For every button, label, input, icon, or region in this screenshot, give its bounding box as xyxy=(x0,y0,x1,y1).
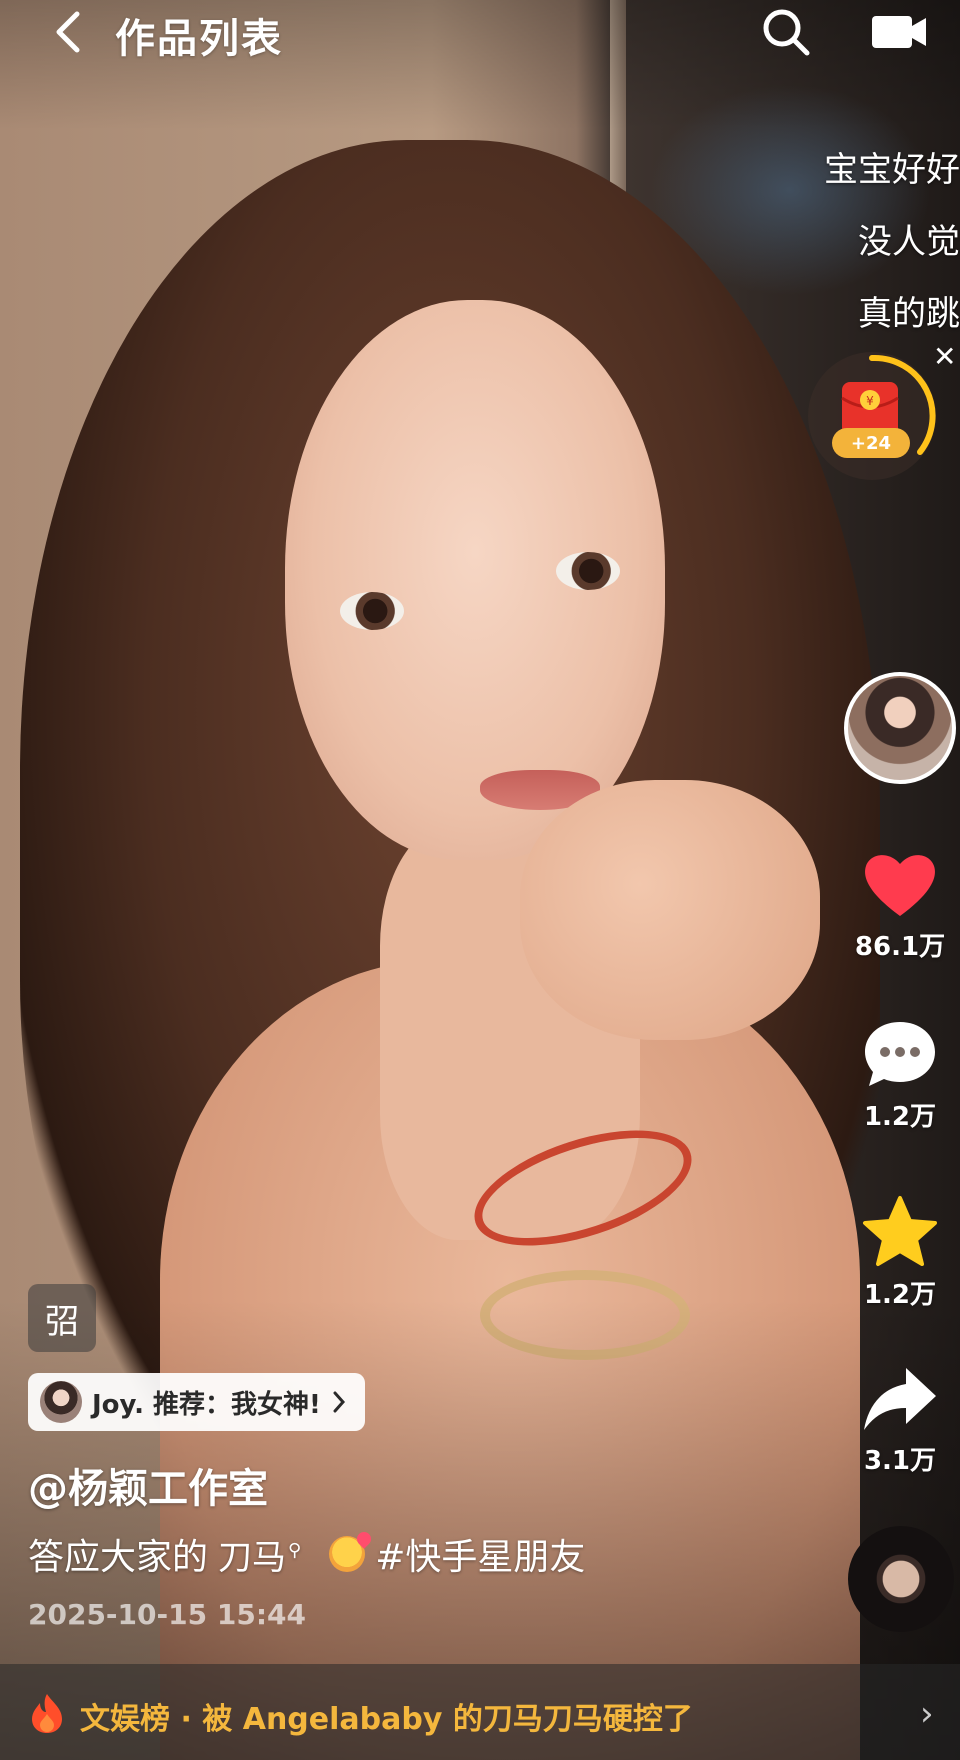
red-packet-icon: ¥ +24 xyxy=(832,354,936,458)
flame-icon xyxy=(32,1694,62,1733)
like-count: 86.1万 xyxy=(854,932,946,962)
smiling-hearts-emoji-icon xyxy=(329,1536,366,1572)
search-hint-icon: ⚲ xyxy=(288,1540,302,1562)
back-button[interactable] xyxy=(48,10,88,54)
video-camera-icon xyxy=(872,16,926,48)
trending-text: 文娱榜 · 被 Angelababy 的刀马刀马硬控了 xyxy=(80,1702,693,1737)
chevron-right-icon xyxy=(333,1391,345,1413)
camera-button[interactable] xyxy=(868,10,928,54)
search-button[interactable] xyxy=(760,6,812,58)
right-eye xyxy=(556,552,620,590)
page-title: 作品列表 xyxy=(115,16,283,62)
caption-prefix: 答应大家的 xyxy=(28,1537,209,1578)
danmaku-comment: 真的跳 xyxy=(858,294,960,334)
trending-bar[interactable]: 文娱榜 · 被 Angelababy 的刀马刀马硬控了 › xyxy=(0,1664,960,1760)
hashtag[interactable]: #快手星朋友 xyxy=(375,1528,585,1580)
post-caption: 答应大家的 刀马 ⚲ #快手星朋友 xyxy=(28,1528,585,1580)
recommendation-text: Joy. 推荐：我女神! xyxy=(92,1389,321,1420)
author-name[interactable]: @杨颖工作室 xyxy=(28,1456,268,1514)
favorite-button[interactable]: 1.2万 xyxy=(850,1194,950,1311)
share-button[interactable]: 3.1万 xyxy=(850,1364,950,1477)
danmaku-comment: 没人觉 xyxy=(858,222,960,262)
like-button[interactable]: 86.1万 xyxy=(850,848,950,963)
music-disc[interactable] xyxy=(848,1526,954,1632)
recommendation-pill[interactable]: Joy. 推荐：我女神! xyxy=(28,1373,365,1431)
left-eye xyxy=(340,592,404,630)
author-avatar[interactable] xyxy=(844,672,956,784)
recommender-avatar xyxy=(40,1381,82,1423)
star-icon xyxy=(863,1196,937,1266)
comment-button[interactable]: 1.2万 xyxy=(850,1018,950,1133)
share-icon xyxy=(864,1368,936,1430)
favorite-count: 1.2万 xyxy=(863,1280,937,1310)
svg-text:¥: ¥ xyxy=(866,394,874,408)
danmaku-comment: 宝宝好好 xyxy=(824,150,960,190)
chevron-right-icon: › xyxy=(920,1694,934,1734)
share-count: 3.1万 xyxy=(863,1446,937,1476)
search-icon xyxy=(763,9,810,56)
comment-count: 1.2万 xyxy=(863,1102,937,1132)
close-icon[interactable]: ✕ xyxy=(933,340,956,373)
mini-badge[interactable]: 弨 xyxy=(28,1284,96,1352)
chevron-left-icon xyxy=(56,11,80,53)
hand-shape xyxy=(520,780,820,1040)
heart-icon xyxy=(865,855,935,916)
red-packet-reward[interactable]: ¥ +24 xyxy=(808,352,936,480)
red-packet-label: +24 xyxy=(851,433,891,454)
post-date: 2025-10-15 15:44 xyxy=(28,1598,306,1631)
comment-icon xyxy=(865,1022,935,1086)
top-bar: 作品列表 xyxy=(0,0,960,70)
caption-search-link[interactable]: 刀马 ⚲ xyxy=(218,1530,301,1579)
caption-link-text: 刀马 xyxy=(218,1537,287,1578)
